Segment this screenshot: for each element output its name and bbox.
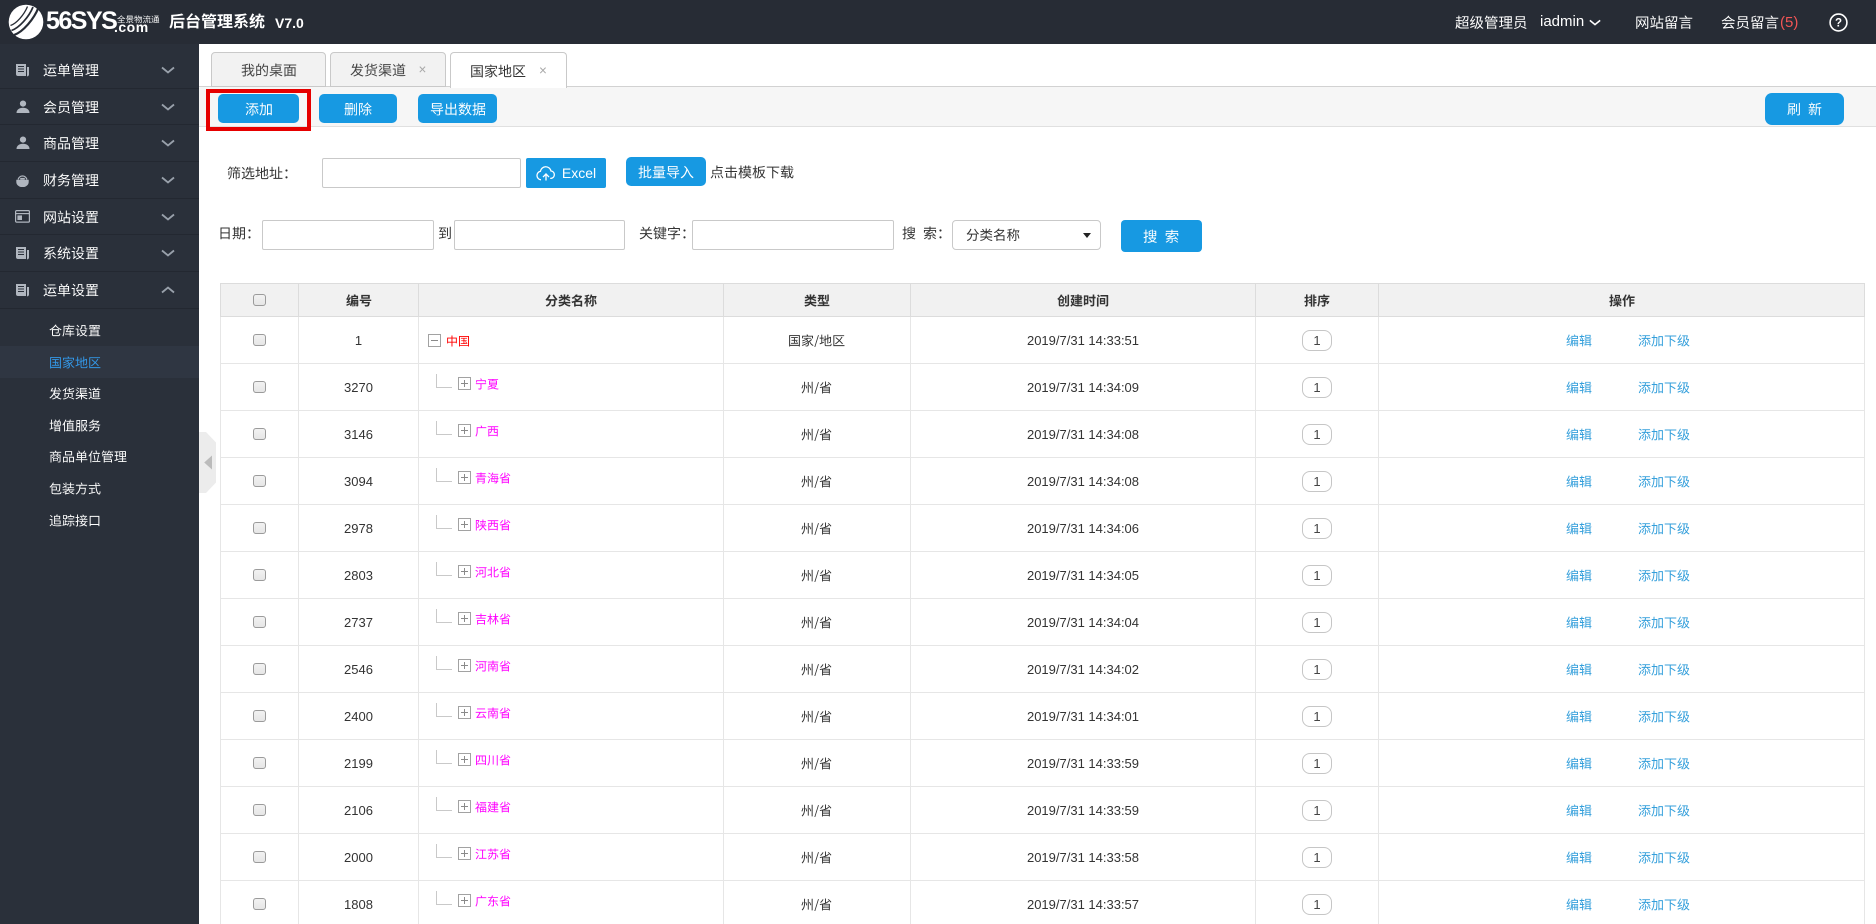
svg-text:?: ? — [1835, 18, 1842, 30]
